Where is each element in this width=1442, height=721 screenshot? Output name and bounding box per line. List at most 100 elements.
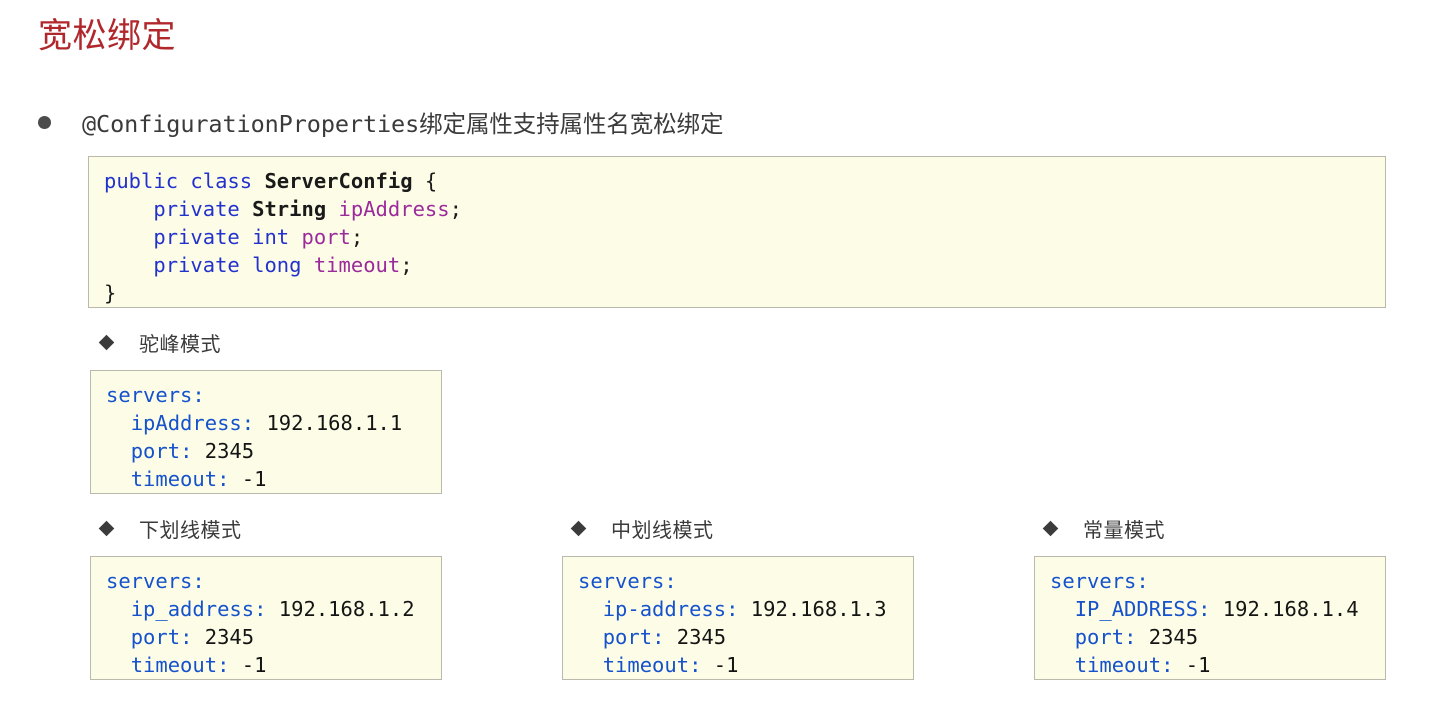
diamond-bullet-icon: [98, 520, 115, 536]
sub-heading-label: 驼峰模式: [139, 333, 221, 356]
diamond-bullet-icon: [98, 334, 115, 350]
code-line: port: 2345: [1050, 623, 1371, 651]
code-line: ipAddress: 192.168.1.1: [106, 409, 427, 437]
code-line: private int port;: [104, 223, 1371, 251]
code-token: servers: [106, 569, 193, 593]
code-token: -1: [229, 653, 267, 677]
code-token: String: [252, 197, 327, 221]
code-line: servers:: [106, 567, 427, 595]
code-token: :: [689, 653, 702, 677]
code-token: int: [252, 225, 290, 249]
code-line: servers:: [578, 567, 899, 595]
code-token: servers: [1050, 569, 1137, 593]
code-block-yaml-hyphen: servers: ip-address: 192.168.1.3 port: 2…: [562, 556, 914, 680]
code-line: private String ipAddress;: [104, 195, 1371, 223]
code-token: :: [1124, 625, 1137, 649]
code-token: private: [153, 197, 240, 221]
code-block-yaml-underscore: servers: ip_address: 192.168.1.2 port: 2…: [90, 556, 442, 680]
code-line: servers:: [106, 381, 427, 409]
code-token: -1: [229, 467, 267, 491]
code-token: timeout: [130, 467, 218, 491]
code-token: :: [217, 467, 230, 491]
sub-heading-label: 中划线模式: [611, 519, 714, 542]
code-token: :: [180, 625, 193, 649]
sub-heading-camel-case: 驼峰模式: [98, 327, 221, 357]
diamond-bullet-icon: [1042, 520, 1059, 536]
code-token: :: [192, 383, 205, 407]
code-block-yaml-constant: servers: IP_ADDRESS: 192.168.1.4 port: 2…: [1034, 556, 1386, 680]
code-token: timeout: [313, 253, 401, 277]
code-line: ip_address: 192.168.1.2: [106, 595, 427, 623]
code-token: :: [1136, 569, 1149, 593]
code-token: :: [664, 569, 677, 593]
code-token: port: [602, 625, 653, 649]
code-token: long: [252, 253, 302, 277]
diamond-bullet-icon: [570, 520, 587, 536]
code-line: timeout: -1: [106, 465, 427, 493]
code-token: ipAddress: [130, 411, 242, 435]
code-block-yaml-camel-case: servers: ipAddress: 192.168.1.1 port: 23…: [90, 370, 442, 494]
code-token: 2345: [1136, 625, 1199, 649]
code-token: }: [104, 281, 117, 305]
round-bullet-icon: [38, 115, 51, 129]
code-line: port: 2345: [106, 623, 427, 651]
code-line: port: 2345: [578, 623, 899, 651]
code-line: IP_ADDRESS: 192.168.1.4: [1050, 595, 1371, 623]
page-title: 宽松绑定: [38, 17, 176, 55]
code-token: ip-address: [602, 597, 727, 621]
sub-heading-hyphen: 中划线模式: [570, 513, 714, 543]
code-token: servers: [578, 569, 665, 593]
code-line: ip-address: 192.168.1.3: [578, 595, 899, 623]
bullet-item-loose-binding: @ConfigurationProperties绑定属性支持属性名宽松绑定: [38, 103, 723, 141]
code-token: 2345: [192, 625, 255, 649]
code-line: timeout: -1: [1050, 651, 1371, 679]
code-token: IP_ADDRESS: [1074, 597, 1199, 621]
code-token: ;: [400, 253, 413, 277]
code-token: {: [412, 169, 438, 193]
code-token: :: [652, 625, 665, 649]
code-token: ;: [350, 225, 364, 249]
code-token: :: [217, 653, 230, 677]
sub-heading-underscore: 下划线模式: [98, 513, 242, 543]
code-token: class: [190, 169, 253, 193]
code-token: private: [153, 253, 240, 277]
code-token: 2345: [192, 439, 255, 463]
code-token: :: [1198, 597, 1211, 621]
code-token: timeout: [130, 653, 218, 677]
code-token: 192.168.1.1: [254, 411, 403, 435]
code-token: port: [130, 439, 181, 463]
sub-heading-label: 下划线模式: [139, 519, 242, 542]
code-token: :: [241, 411, 255, 435]
code-token: port: [1074, 625, 1125, 649]
code-line: port: 2345: [106, 437, 427, 465]
code-token: port: [130, 625, 181, 649]
code-token: port: [301, 225, 351, 249]
sub-heading-label: 常量模式: [1083, 519, 1165, 542]
code-token: 2345: [664, 625, 727, 649]
code-line: private long timeout;: [104, 251, 1371, 279]
code-token: ip_address: [130, 597, 255, 621]
code-line: servers:: [1050, 567, 1371, 595]
code-token: ServerConfig: [264, 169, 413, 193]
code-token: -1: [701, 653, 739, 677]
bullet-item-label: @ConfigurationProperties绑定属性支持属性名宽松绑定: [82, 110, 724, 138]
code-token: 192.168.1.4: [1210, 597, 1359, 621]
